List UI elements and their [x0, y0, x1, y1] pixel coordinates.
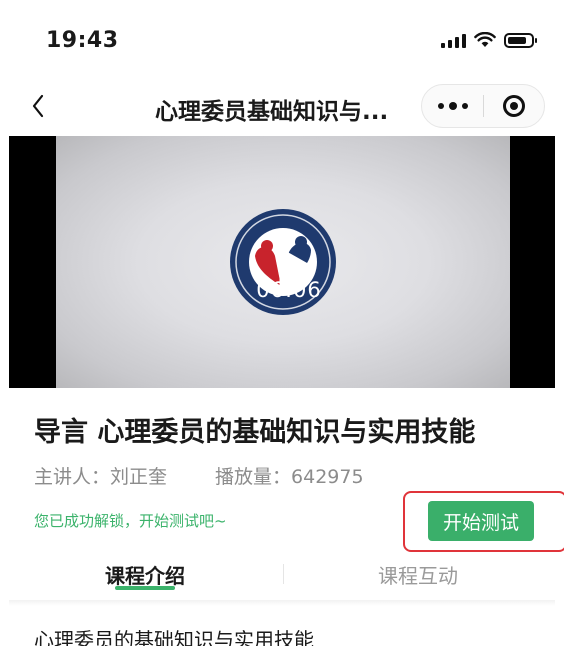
speaker-name: 刘正奎 [110, 466, 168, 488]
plays-label: 播放量： [215, 466, 292, 488]
mini-program-capsule [421, 84, 545, 128]
status-icons [441, 32, 537, 48]
start-test-button[interactable]: 开始测试 [428, 501, 534, 541]
lesson-meta: 主讲人：刘正奎 播放量：642975 [34, 462, 364, 489]
wifi-icon [474, 32, 496, 47]
close-circle-icon [503, 95, 525, 117]
status-time: 19:43 [46, 28, 119, 53]
video-duration: 06:06 [256, 278, 322, 302]
tab-divider [283, 564, 284, 584]
course-intro-text: 心理委员的基础知识与实用技能 [34, 628, 314, 646]
tab-course-intro[interactable]: 课程介绍 [105, 560, 185, 589]
tabs-shadow [9, 600, 555, 606]
more-dots-icon [438, 103, 444, 109]
screen: 19:43 心理委员基础知识与... 06:06 导言 心理委员的基础知识与实用… [0, 0, 564, 646]
signal-icon [441, 32, 466, 48]
back-button[interactable] [28, 86, 64, 126]
tab-course-interaction[interactable]: 课程互动 [378, 560, 458, 589]
play-count: 642975 [291, 466, 364, 488]
status-bar: 19:43 [0, 0, 564, 80]
speaker-label: 主讲人： [34, 466, 111, 488]
page-title: 心理委员基础知识与... [155, 99, 389, 125]
close-button[interactable] [484, 85, 544, 127]
more-button[interactable] [422, 85, 484, 127]
active-tab-indicator [115, 586, 175, 590]
nav-bar: 心理委员基础知识与... [0, 80, 564, 136]
back-arrow-icon [32, 94, 44, 118]
unlock-message: 您已成功解锁，开始测试吧~ [34, 512, 227, 530]
video-player[interactable]: 06:06 [9, 136, 555, 388]
battery-icon [504, 32, 537, 48]
course-tabs: 课程介绍 课程互动 [0, 556, 564, 602]
lesson-title: 导言 心理委员的基础知识与实用技能 [34, 417, 476, 448]
